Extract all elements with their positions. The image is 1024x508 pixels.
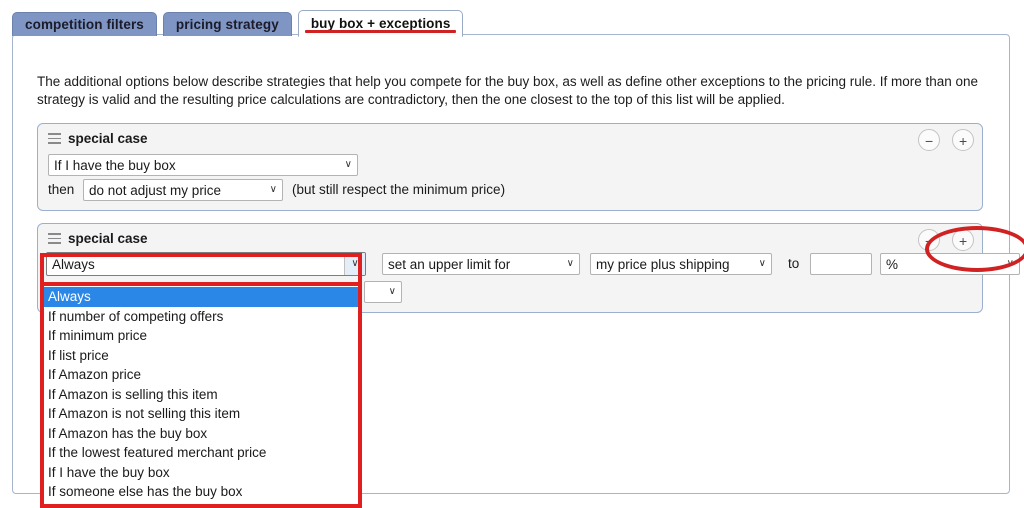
dropdown-option[interactable]: If someone else has the buy box (44, 482, 358, 502)
action-select-1[interactable]: do not adjust my price ∨ (83, 179, 283, 201)
chevron-down-icon: ∨ (344, 159, 352, 170)
tab-label: competition filters (25, 17, 144, 32)
dropdown-option[interactable]: If I have the buy box (44, 463, 358, 483)
tab-competition-filters[interactable]: competition filters (12, 12, 157, 36)
page-root: competition filters pricing strategy buy… (0, 0, 1024, 508)
chevron-down-icon: ∨ (566, 258, 574, 269)
special-case-title: special case (68, 131, 148, 146)
chevron-down-icon: ∨ (1006, 258, 1014, 269)
dropdown-option[interactable]: If the lowest featured merchant price (44, 443, 358, 463)
hamburger-icon[interactable] (48, 133, 61, 144)
condition-select-1[interactable]: If I have the buy box ∨ (48, 154, 358, 176)
limit-type-value: set an upper limit for (388, 256, 511, 272)
add-special-case-button[interactable]: + (952, 229, 974, 251)
remove-special-case-button[interactable]: − (918, 129, 940, 151)
dropdown-options: Always If number of competing offers If … (44, 286, 358, 504)
active-tab-underline (304, 30, 457, 33)
dropdown-option[interactable]: If Amazon has the buy box (44, 424, 358, 444)
tab-label: pricing strategy (175, 17, 279, 32)
dropdown-option[interactable]: Always (44, 287, 358, 307)
dropdown-option[interactable]: If Amazon is not selling this item (44, 404, 358, 424)
tab-buy-box-exceptions[interactable]: buy box + exceptions (297, 10, 464, 37)
hamburger-icon[interactable] (48, 233, 61, 244)
tab-bar: competition filters pricing strategy buy… (12, 10, 469, 37)
then-label: then (48, 182, 75, 197)
dropdown-option[interactable]: If minimum price (44, 326, 358, 346)
secondary-select-2[interactable]: ∨ (364, 281, 402, 303)
limit-amount-input[interactable] (810, 253, 872, 275)
tab-label: buy box + exceptions (310, 16, 451, 31)
special-case-controls-2: − + (918, 229, 974, 251)
chevron-down-icon: ∨ (344, 253, 365, 275)
minimum-price-note: (but still respect the minimum price) (292, 182, 506, 197)
intro-description: The additional options below describe st… (37, 73, 979, 108)
special-case-header-2: special case (48, 231, 148, 246)
chevron-down-icon: ∨ (758, 258, 766, 269)
tab-pricing-strategy[interactable]: pricing strategy (162, 12, 292, 36)
condition-select-2[interactable]: Always ∨ (46, 252, 366, 276)
limit-type-select[interactable]: set an upper limit for ∨ (382, 253, 580, 275)
special-case-title: special case (68, 231, 148, 246)
price-basis-select[interactable]: my price plus shipping ∨ (590, 253, 772, 275)
dropdown-option[interactable]: If Amazon is selling this item (44, 385, 358, 405)
add-special-case-button[interactable]: + (952, 129, 974, 151)
special-case-row-1: special case − + If I have the buy box ∨… (37, 123, 983, 211)
action-select-1-value: do not adjust my price (89, 182, 222, 198)
condition-dropdown-list[interactable]: Always If number of competing offers If … (40, 282, 362, 508)
condition-select-1-value: If I have the buy box (54, 157, 176, 173)
limit-unit-value: % (886, 256, 899, 272)
special-case-controls-1: − + (918, 129, 974, 151)
remove-special-case-button[interactable]: − (918, 229, 940, 251)
price-basis-value: my price plus shipping (596, 256, 730, 272)
chevron-down-icon: ∨ (388, 286, 396, 297)
chevron-down-icon: ∨ (269, 184, 277, 195)
to-label: to (788, 256, 800, 271)
special-case-header-1: special case (48, 131, 148, 146)
dropdown-option[interactable]: If Amazon price (44, 365, 358, 385)
dropdown-option[interactable]: If list price (44, 346, 358, 366)
dropdown-option[interactable]: If number of competing offers (44, 307, 358, 327)
condition-select-2-value: Always (52, 256, 95, 272)
limit-unit-select[interactable]: % ∨ (880, 253, 1020, 275)
